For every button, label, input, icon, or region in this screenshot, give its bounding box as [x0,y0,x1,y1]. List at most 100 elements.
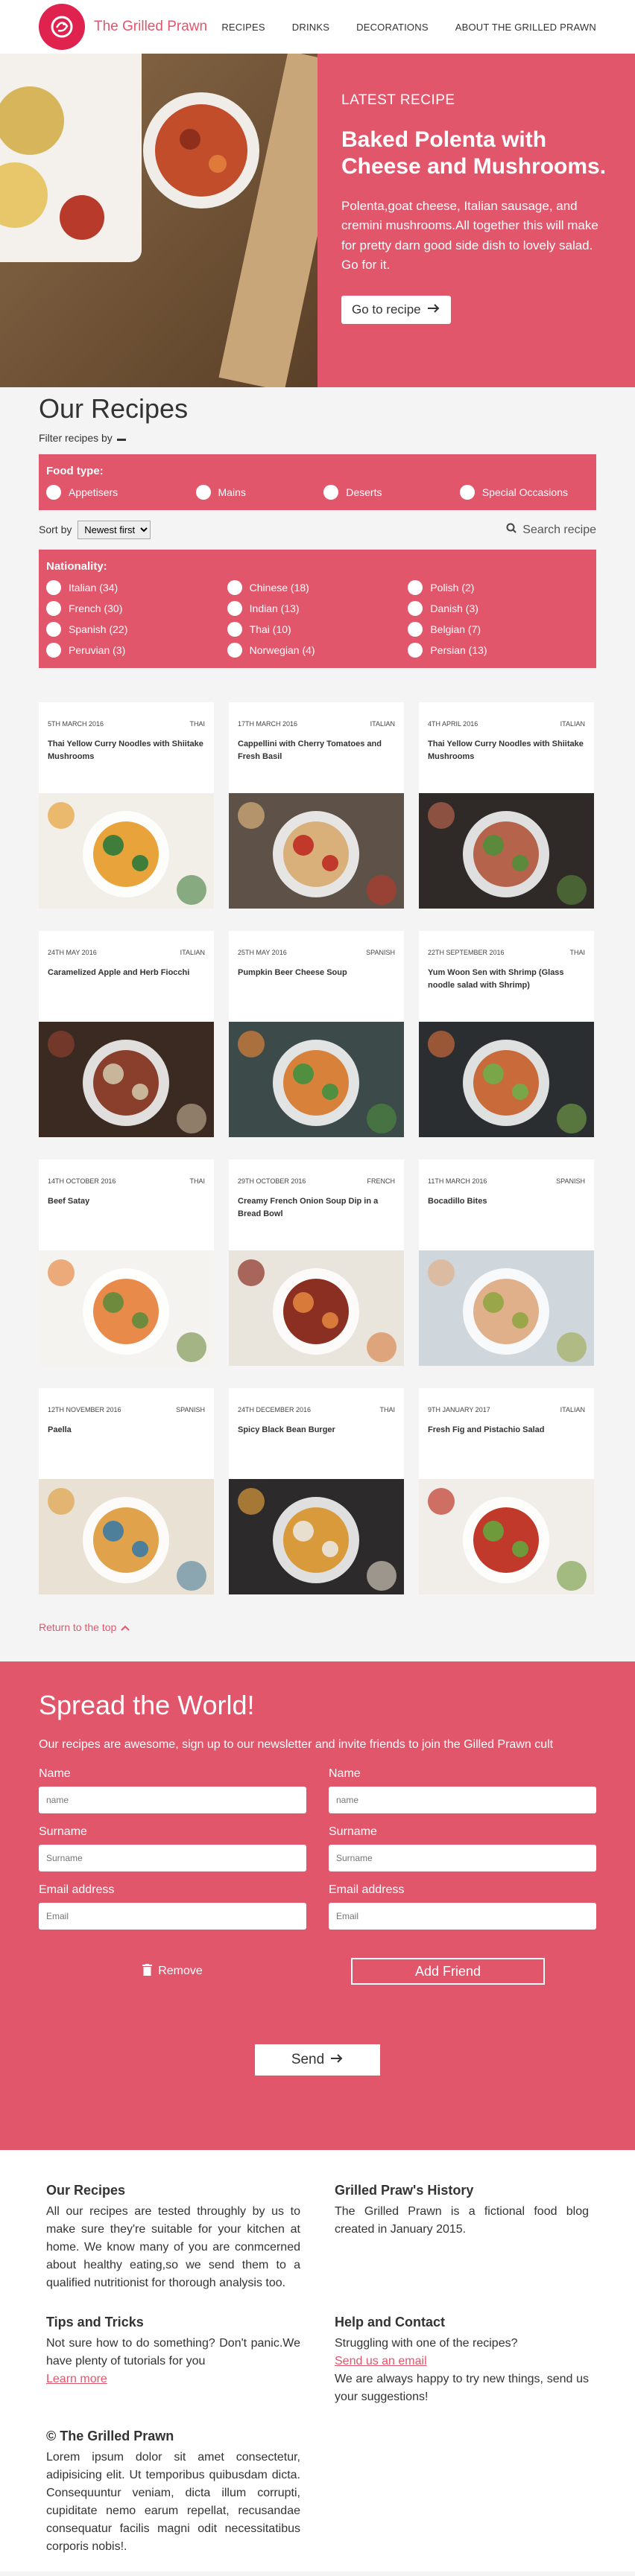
sort-select[interactable]: Newest first [78,521,151,539]
nav-decorations[interactable]: DECORATIONS [356,22,429,33]
radio-button[interactable] [46,643,61,658]
radio-button[interactable] [227,580,242,595]
recipe-title[interactable]: Thai Yellow Curry Noodles with Shiitake … [48,738,205,763]
recipe-title[interactable]: Paella [48,1424,205,1437]
recipe-card[interactable]: 29TH OCTOBER 2016 FRENCH Creamy French Oni… [229,1160,404,1366]
nationality-option[interactable]: Polish (2) [408,580,589,595]
recipe-image[interactable] [419,1250,594,1366]
radio-button[interactable] [323,485,339,500]
nationality-option[interactable]: Peruvian (3) [46,643,227,658]
nav-drinks[interactable]: DRINKS [292,22,329,33]
recipe-card[interactable]: 11TH MARCH 2016 SPANISH Bocadillo Bites [419,1160,594,1366]
recipe-card[interactable]: 14TH OCTOBER 2016 THAI Beef Satay [39,1160,214,1366]
radio-button[interactable] [408,622,423,637]
recipe-card[interactable]: 9TH JANUARY 2017 ITALIAN Fresh Fig and Pis… [419,1388,594,1594]
radio-button[interactable] [408,643,423,658]
footer-our-recipes-title: Our Recipes [46,2183,126,2198]
nationality-option[interactable]: Thai (10) [227,622,408,637]
recipe-image[interactable] [419,1479,594,1594]
recipe-title[interactable]: Pumpkin Beer Cheese Soup [238,967,395,979]
recipe-title[interactable]: Beef Satay [48,1195,205,1208]
nav-about[interactable]: ABOUT THE GRILLED PRAWN [455,22,596,33]
radio-button[interactable] [46,601,61,616]
return-to-top-link[interactable]: Return to the top [39,1621,596,1633]
filter-toggle[interactable]: Filter recipes by [39,432,596,444]
recipe-image[interactable] [39,793,214,909]
food-type-option[interactable]: Deserts [323,485,382,500]
recipe-card[interactable]: 25TH MAY 2016 SPANISH Pumpkin Beer Cheese … [229,931,404,1137]
recipe-card[interactable]: 24TH MAY 2016 ITALIAN Caramelized Apple an… [39,931,214,1137]
recipe-image[interactable] [39,1250,214,1366]
radio-button[interactable] [227,643,242,658]
recipe-title[interactable]: Creamy French Onion Soup Dip in a Bread … [238,1195,395,1220]
recipe-title[interactable]: Cappellini with Cherry Tomatoes and Fres… [238,738,395,763]
food-type-option[interactable]: Mains [195,485,246,500]
footer-copyright-title: © The Grilled Prawn [46,2429,174,2443]
friend-name-input[interactable] [329,1787,596,1813]
nationality-option[interactable]: Norwegian (4) [227,643,408,658]
food-type-option[interactable]: Appetisers [46,485,118,500]
surname-input[interactable] [39,1845,306,1871]
food-type-option[interactable]: Special Occasions [459,485,568,500]
recipe-image[interactable] [229,793,404,909]
nationality-option[interactable]: Italian (34) [46,580,227,595]
radio-button[interactable] [195,485,211,500]
search-recipe[interactable]: Search recipe [506,523,596,537]
send-email-link[interactable]: Send us an email [335,2353,589,2370]
logo[interactable]: The Grilled Prawn [39,4,207,50]
radio-button[interactable] [227,622,242,637]
recipe-image[interactable] [229,1479,404,1594]
nationality-option[interactable]: Danish (3) [408,601,589,616]
food-type-filter: Food type: Appetisers Mains Deserts Special… [39,454,596,510]
recipe-image[interactable] [39,1479,214,1594]
friend-surname-input[interactable] [329,1845,596,1871]
recipe-card[interactable]: 22TH SEPTEMBER 2016 THAI Yum Woon Sen with… [419,931,594,1137]
nationality-option[interactable]: Chinese (18) [227,580,408,595]
radio-button[interactable] [408,601,423,616]
recipe-card[interactable]: 5TH MARCH 2016 THAI Thai Yellow Curry Nood… [39,702,214,909]
footer-copyright: © The Grilled Prawn Lorem ipsum dolor si… [46,2429,300,2556]
recipes-section: Our Recipes Filter recipes by Food type:… [0,393,635,1633]
recipe-card[interactable]: 17TH MARCH 2016 ITALIAN Cappellini with Ch… [229,702,404,909]
radio-button[interactable] [408,580,423,595]
send-wrap: Send [39,2044,596,2076]
friend-email-label: Email address [329,1883,405,1896]
nationality-option[interactable]: French (30) [46,601,227,616]
friend-email-input[interactable] [329,1903,596,1930]
friend-name-label: Name [329,1767,361,1780]
nationality-label: Belgian (7) [430,623,481,635]
friend-form-left: Name Surname Email address [39,1767,306,1941]
nationality-option[interactable]: Spanish (22) [46,622,227,637]
recipe-card[interactable]: 12TH NOVEMBER 2016 SPANISH Paella [39,1388,214,1594]
nav-recipes[interactable]: RECIPES [221,22,265,33]
email-input[interactable] [39,1903,306,1930]
radio-button[interactable] [46,580,61,595]
nationality-option[interactable]: Persian (13) [408,643,589,658]
recipe-title[interactable]: Thai Yellow Curry Noodles with Shiitake … [428,738,585,763]
radio-button[interactable] [227,601,242,616]
recipe-title[interactable]: Bocadillo Bites [428,1195,585,1208]
recipe-title[interactable]: Spicy Black Bean Burger [238,1424,395,1437]
go-to-recipe-button[interactable]: Go to recipe [341,296,451,325]
recipe-image[interactable] [229,1250,404,1366]
radio-button[interactable] [459,485,475,500]
recipe-image[interactable] [419,793,594,909]
learn-more-link[interactable]: Learn more [46,2370,300,2388]
send-button[interactable]: Send [255,2044,380,2076]
recipe-card[interactable]: 24TH DECEMBER 2016 THAI Spicy Black Bean B… [229,1388,404,1594]
recipe-card[interactable]: 4TH APRIL 2016 ITALIAN Thai Yellow Curry N… [419,702,594,909]
hero-image [0,54,318,387]
recipe-title[interactable]: Yum Woon Sen with Shrimp (Glass noodle s… [428,967,585,991]
radio-button[interactable] [46,485,61,500]
nationality-option[interactable]: Indian (13) [227,601,408,616]
remove-button[interactable]: Remove [39,1958,306,1985]
recipe-title[interactable]: Fresh Fig and Pistachio Salad [428,1424,585,1437]
name-input[interactable] [39,1787,306,1813]
recipe-image[interactable] [39,1022,214,1137]
radio-button[interactable] [46,622,61,637]
recipe-image[interactable] [229,1022,404,1137]
nationality-option[interactable]: Belgian (7) [408,622,589,637]
recipe-image[interactable] [419,1022,594,1137]
add-friend-button[interactable]: Add Friend [351,1958,545,1985]
recipe-title[interactable]: Caramelized Apple and Herb Fiocchi [48,967,205,979]
